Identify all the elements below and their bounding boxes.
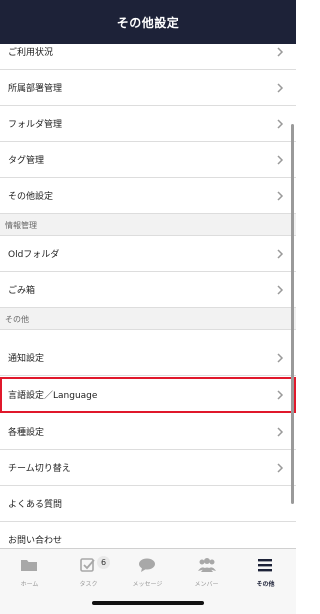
chevron-right-icon [277,285,284,295]
section-title: その他 [5,315,29,324]
menu-item-folder[interactable]: フォルダ管理 [0,106,296,142]
home-indicator[interactable] [92,601,204,605]
settings-list[interactable]: ご利用状況 所属部署管理 フォルダ管理 タグ管理 その他設定 情報管理 Oldフ… [0,44,296,548]
task-checkbox-icon [80,558,95,572]
tab-message[interactable]: メッセージ [118,555,177,591]
menu-icon [258,559,272,572]
menu-item-label: 言語設定／Language [8,391,98,401]
tab-label: タスク [79,581,98,588]
tab-label: ホーム [20,581,39,588]
chevron-right-icon [277,427,284,437]
menu-item-old-folder[interactable]: Oldフォルダ [0,236,296,272]
chevron-right-icon [277,390,284,400]
tab-label: その他 [256,581,275,588]
menu-item-label: 所属部署管理 [8,84,63,94]
menu-item-label: Oldフォルダ [8,250,60,260]
tab-label: メンバー [194,581,219,588]
menu-item-notification[interactable]: 通知設定 [0,340,296,376]
menu-item-tag[interactable]: タグ管理 [0,142,296,178]
menu-item-usage[interactable]: ご利用状況 [0,44,296,70]
tab-home[interactable]: ホーム [0,555,59,591]
chevron-right-icon [277,191,284,201]
menu-item-label: ごみ箱 [8,286,36,296]
tab-task[interactable]: 6 タスク [59,555,118,591]
page-title: その他設定 [116,16,180,30]
menu-item-label: タグ管理 [8,156,45,166]
menu-item-language[interactable]: 言語設定／Language [0,377,296,413]
header-bar: その他設定 [0,0,296,44]
section-title: 情報管理 [5,221,37,230]
chevron-right-icon [277,463,284,473]
chevron-right-icon [277,249,284,259]
chevron-right-icon [277,47,284,57]
chat-bubble-icon [139,558,155,572]
menu-item-label: 通知設定 [8,354,45,364]
chevron-right-icon [277,119,284,129]
menu-item-contact[interactable]: お問い合わせ [0,522,296,548]
menu-item-faq[interactable]: よくある質問 [0,486,296,522]
menu-item-label: フォルダ管理 [8,120,63,130]
section-header-info: 情報管理 [0,214,296,236]
menu-item-other-settings[interactable]: その他設定 [0,178,296,214]
chevron-right-icon [277,155,284,165]
tab-other[interactable]: その他 [236,555,295,591]
folder-icon [21,560,37,571]
task-count-badge: 6 [97,556,110,569]
section-header-other: その他 [0,308,296,330]
menu-item-label: お問い合わせ [8,536,63,546]
menu-item-team-switch[interactable]: チーム切り替え [0,450,296,486]
menu-item-label: 各種設定 [8,428,45,438]
menu-item-label: よくある質問 [8,500,63,510]
chevron-right-icon [277,83,284,93]
menu-item-department[interactable]: 所属部署管理 [0,70,296,106]
tab-label: メッセージ [132,581,163,588]
menu-item-various-settings[interactable]: 各種設定 [0,414,296,450]
menu-item-trash[interactable]: ごみ箱 [0,272,296,308]
tab-members[interactable]: メンバー [177,555,236,591]
chevron-right-icon [277,353,284,363]
scrollbar[interactable] [291,124,294,504]
members-icon [198,558,216,572]
menu-item-label: チーム切り替え [8,464,71,474]
menu-item-label: ご利用状況 [8,48,54,58]
menu-item-label: その他設定 [8,192,54,202]
